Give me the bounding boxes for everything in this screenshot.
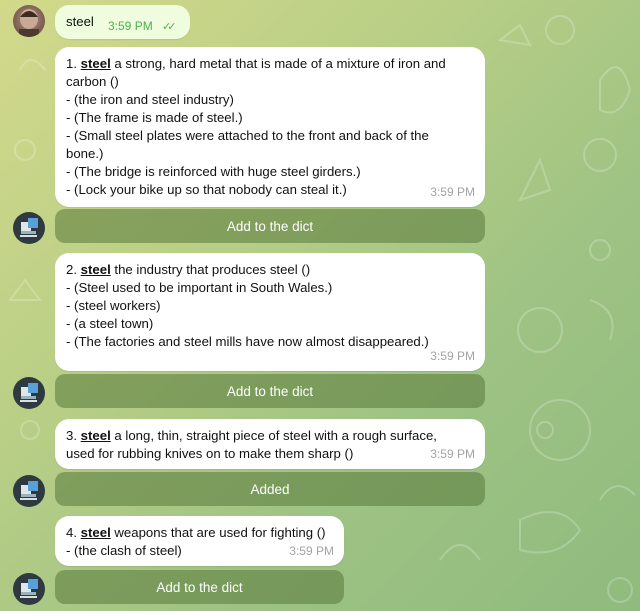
add-to-dict-button[interactable]: Add to the dict	[55, 570, 344, 604]
dictionary-bot-icon	[20, 579, 38, 598]
message-time: 3:59 PM	[430, 349, 475, 363]
entry-number: 1.	[66, 56, 77, 71]
example-line: - (The frame is made of steel.)	[66, 110, 243, 125]
bot-avatar[interactable]	[13, 475, 45, 507]
user-avatar[interactable]	[13, 5, 45, 37]
user-avatar-icon	[19, 9, 39, 37]
entry-definition: a long, thin, straight piece of steel wi…	[114, 428, 437, 443]
entry-word: steel	[80, 262, 111, 277]
definition-message: 1. steel a strong, hard metal that is ma…	[55, 47, 485, 207]
bot-avatar[interactable]	[13, 212, 45, 244]
dictionary-bot-icon	[20, 383, 38, 402]
message-time: 3:59 PM	[289, 544, 334, 558]
definition-message: 2. steel the industry that produces stee…	[55, 253, 485, 371]
entry-definition: a strong, hard metal that is made of a m…	[114, 56, 446, 71]
example-line: bone.)	[66, 146, 104, 161]
definition-message: 4. steel weapons that are used for fight…	[55, 516, 344, 566]
example-line: - (Small steel plates were attached to t…	[66, 128, 429, 143]
dictionary-bot-icon	[20, 218, 38, 237]
bot-avatar[interactable]	[13, 377, 45, 409]
bot-avatar[interactable]	[13, 573, 45, 605]
entry-definition: the industry that produces steel ()	[114, 262, 311, 277]
example-line: - (The bridge is reinforced with huge st…	[66, 164, 361, 179]
entry-number: 4.	[66, 525, 77, 540]
message-time: 3:59 PM	[430, 185, 475, 199]
entry-definition: used for rubbing knives on to make them …	[66, 446, 354, 461]
message-time: 3:59 PM	[430, 447, 475, 461]
add-to-dict-button[interactable]: Add to the dict	[55, 374, 485, 408]
entry-word: steel	[80, 428, 111, 443]
entry-definition: carbon ()	[66, 74, 119, 89]
example-line: - (steel workers)	[66, 298, 161, 313]
message-time: 3:59 PM	[108, 19, 153, 33]
entry-definition: weapons that are used for fighting ()	[114, 525, 326, 540]
example-line: - (Lock your bike up so that nobody can …	[66, 182, 347, 197]
example-line: - (a steel town)	[66, 316, 154, 331]
added-button[interactable]: Added	[55, 472, 485, 506]
add-to-dict-button[interactable]: Add to the dict	[55, 209, 485, 243]
example-line: - (Steel used to be important in South W…	[66, 280, 333, 295]
definition-message: 3. steel a long, thin, straight piece of…	[55, 419, 485, 469]
dictionary-bot-icon	[20, 481, 38, 500]
outgoing-message: steel 3:59 PM ✓✓	[55, 5, 190, 39]
entry-word: steel	[80, 525, 111, 540]
entry-word: steel	[80, 56, 111, 71]
entry-number: 3.	[66, 428, 77, 443]
entry-number: 2.	[66, 262, 77, 277]
message-text: steel	[66, 14, 94, 29]
example-line: - (The factories and steel mills have no…	[66, 334, 429, 349]
example-line: - (the iron and steel industry)	[66, 92, 234, 107]
read-ticks-icon: ✓✓	[162, 21, 177, 33]
